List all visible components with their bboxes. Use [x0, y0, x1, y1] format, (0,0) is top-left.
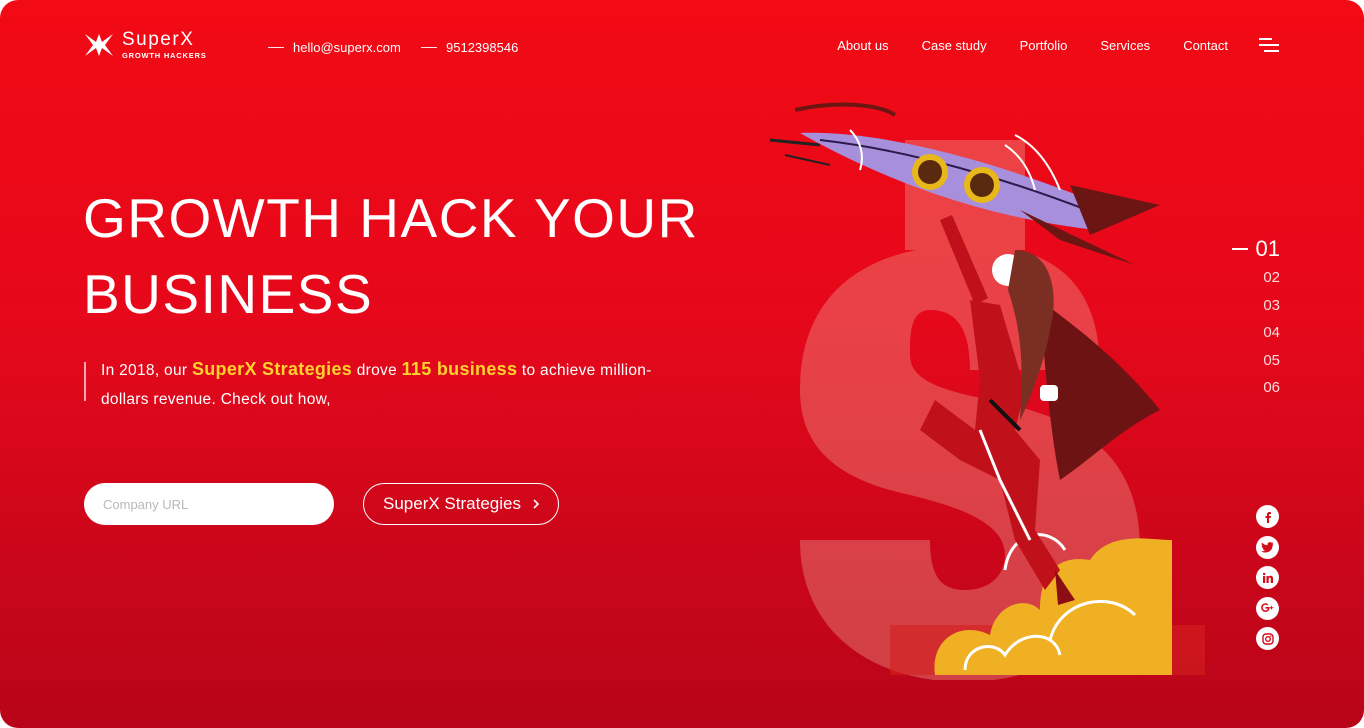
- hero-page: SuperX GROWTH HACKERS hello@superx.com 9…: [0, 0, 1364, 728]
- contact-phone[interactable]: 9512398546: [421, 40, 518, 55]
- rocket-superhero-illustration: [769, 102, 1205, 680]
- linkedin-icon[interactable]: [1256, 566, 1279, 589]
- email-text: hello@superx.com: [293, 40, 401, 55]
- lead-text-2: drove: [352, 362, 402, 379]
- dash-icon: [268, 47, 284, 48]
- nav-link-case-study[interactable]: Case study: [922, 38, 987, 53]
- pager-item-06[interactable]: 06: [1230, 374, 1280, 402]
- pager-item-01[interactable]: 01: [1230, 234, 1280, 264]
- pager-item-02[interactable]: 02: [1230, 264, 1280, 292]
- brand-tagline: GROWTH HACKERS: [122, 51, 207, 61]
- instagram-icon[interactable]: [1256, 627, 1279, 650]
- logo-mark-icon: [85, 34, 113, 56]
- phone-text: 9512398546: [446, 40, 519, 55]
- nav-link-about-us[interactable]: About us: [837, 38, 888, 53]
- lead-highlight-business: 115 business: [401, 359, 518, 379]
- lead-accent-bar: [84, 362, 86, 401]
- contact-email[interactable]: hello@superx.com: [268, 40, 401, 55]
- hero-lead: In 2018, our SuperX Strategies drove 115…: [101, 355, 661, 414]
- nav-link-portfolio[interactable]: Portfolio: [1020, 38, 1068, 53]
- headline-line-1: GROWTH HACK YOUR: [83, 187, 699, 249]
- brand-name: SuperX: [122, 29, 195, 51]
- cta-label: SuperX Strategies: [383, 494, 521, 513]
- google-plus-icon[interactable]: [1256, 596, 1279, 620]
- twitter-icon[interactable]: [1256, 535, 1279, 559]
- dash-icon: [421, 47, 437, 48]
- social-links: [1256, 505, 1280, 658]
- company-url-input[interactable]: [84, 483, 334, 525]
- pager-item-04[interactable]: 04: [1230, 319, 1280, 347]
- chevron-right-icon: [533, 499, 540, 509]
- superx-strategies-button[interactable]: SuperX Strategies: [363, 483, 559, 525]
- active-indicator-line: [1231, 248, 1248, 250]
- nav-link-contact[interactable]: Contact: [1183, 38, 1228, 53]
- main-nav: About us Case study Portfolio Services C…: [804, 38, 1228, 53]
- pager-item-03[interactable]: 03: [1230, 292, 1280, 320]
- pager-number: 01: [1255, 236, 1280, 261]
- facebook-icon[interactable]: [1256, 505, 1279, 528]
- pager-item-05[interactable]: 05: [1230, 347, 1280, 375]
- brand-logo[interactable]: SuperX GROWTH HACKERS: [84, 30, 207, 60]
- lead-highlight-strategies: SuperX Strategies: [191, 359, 353, 379]
- lead-text-1: In 2018, our: [101, 362, 192, 379]
- nav-link-services[interactable]: Services: [1100, 38, 1150, 53]
- hamburger-icon[interactable]: [1259, 38, 1279, 52]
- hero-headline: GROWTH HACK YOUR BUSINESS: [83, 180, 723, 332]
- headline-line-2: BUSINESS: [83, 263, 374, 325]
- slide-pager: 01 02 03 04 05 06: [1230, 234, 1280, 402]
